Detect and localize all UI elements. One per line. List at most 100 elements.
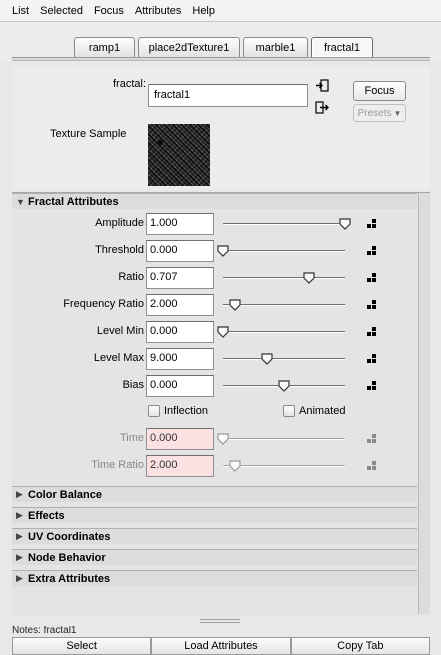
- checkbox-box: [148, 405, 160, 417]
- slider-track: [223, 358, 345, 360]
- tab-fractal1[interactable]: fractal1: [311, 37, 373, 57]
- section-title: Extra Attributes: [28, 572, 111, 585]
- frequency-ratio-label: Frequency Ratio: [63, 298, 144, 310]
- section-title: Color Balance: [28, 488, 102, 501]
- amplitude-field[interactable]: 1.000: [146, 213, 214, 235]
- input-connections-icon[interactable]: [315, 79, 329, 93]
- level-min-slider[interactable]: [217, 325, 345, 339]
- map-texture-icon[interactable]: [367, 354, 377, 364]
- inflection-checkbox[interactable]: Inflection: [148, 405, 208, 417]
- focus-button[interactable]: Focus: [353, 81, 406, 101]
- bottom-button-bar: Select Load Attributes Copy Tab: [12, 637, 430, 655]
- level-max-field[interactable]: 9.000: [146, 348, 214, 370]
- map-texture-icon[interactable]: [367, 461, 377, 471]
- slider-thumb[interactable]: [216, 244, 230, 258]
- inflection-label: Inflection: [164, 405, 209, 417]
- time-ratio-label: Time Ratio: [91, 459, 144, 471]
- load-attributes-button[interactable]: Load Attributes: [151, 637, 291, 655]
- select-button[interactable]: Select: [12, 637, 152, 655]
- map-texture-icon[interactable]: [367, 273, 377, 283]
- threshold-label: Threshold: [95, 244, 144, 256]
- slider-thumb[interactable]: [277, 379, 291, 393]
- tab-marble1[interactable]: marble1: [243, 37, 308, 57]
- map-texture-icon[interactable]: [367, 434, 377, 444]
- level-min-label: Level Min: [96, 325, 144, 337]
- section-fractal-attributes[interactable]: ▼ Fractal Attributes: [12, 193, 417, 209]
- slider-track: [223, 438, 345, 440]
- presets-label: Presets: [357, 107, 392, 119]
- slider-track: [223, 277, 345, 279]
- section-title: UV Coordinates: [28, 530, 111, 543]
- section-extra-attributes[interactable]: ▶ Extra Attributes: [12, 570, 417, 586]
- bias-slider[interactable]: [223, 379, 345, 393]
- collapsed-triangle-icon: ▶: [16, 510, 23, 520]
- collapsed-triangle-icon: ▶: [16, 531, 23, 541]
- slider-thumb[interactable]: [216, 325, 230, 339]
- level-max-slider[interactable]: [223, 352, 345, 366]
- map-texture-icon[interactable]: [367, 219, 377, 229]
- slider-thumb[interactable]: [228, 459, 242, 473]
- section-effects[interactable]: ▶ Effects: [12, 507, 417, 523]
- output-connections-icon[interactable]: [315, 101, 329, 115]
- animated-label: Animated: [299, 405, 346, 417]
- tab-divider: [12, 57, 430, 61]
- menubar: List Selected Focus Attributes Help: [0, 0, 441, 22]
- section-title: Effects: [28, 509, 65, 522]
- slider-track: [223, 331, 345, 333]
- menu-help[interactable]: Help: [192, 5, 215, 17]
- menu-selected[interactable]: Selected: [40, 5, 83, 17]
- attribute-scroll-area[interactable]: ▼ Fractal Attributes Amplitude 1.000 Thres…: [12, 192, 430, 615]
- texture-sample-swatch[interactable]: [148, 124, 210, 186]
- map-texture-icon[interactable]: [367, 246, 377, 256]
- slider-thumb[interactable]: [338, 217, 352, 231]
- animated-checkbox[interactable]: Animated: [283, 405, 345, 417]
- vertical-scrollbar[interactable]: [418, 193, 430, 614]
- time-field[interactable]: 0.000: [146, 428, 214, 450]
- section-uv-coordinates[interactable]: ▶ UV Coordinates: [12, 528, 417, 544]
- menu-list[interactable]: List: [12, 5, 29, 17]
- threshold-field[interactable]: 0.000: [146, 240, 214, 262]
- slider-thumb[interactable]: [216, 432, 230, 446]
- slider-thumb[interactable]: [260, 352, 274, 366]
- node-header-panel: fractal: fractal1 Focus Presets ▼ Textur…: [12, 66, 430, 190]
- amplitude-slider[interactable]: [223, 217, 351, 231]
- bias-label: Bias: [122, 379, 144, 391]
- expanded-triangle-icon: ▼: [16, 196, 25, 207]
- time-label: Time: [119, 432, 144, 444]
- map-texture-icon[interactable]: [367, 300, 377, 310]
- slider-track: [223, 223, 345, 225]
- menu-focus[interactable]: Focus: [94, 5, 124, 17]
- time-slider[interactable]: [217, 432, 345, 446]
- tab-place2dtexture1[interactable]: place2dTexture1: [138, 37, 240, 57]
- section-title: Fractal Attributes: [28, 195, 119, 208]
- ratio-slider[interactable]: [223, 271, 345, 285]
- level-min-field[interactable]: 0.000: [146, 321, 214, 343]
- map-texture-icon[interactable]: [367, 381, 377, 391]
- bias-field[interactable]: 0.000: [146, 375, 214, 397]
- node-name-field[interactable]: fractal1: [148, 84, 308, 107]
- collapsed-triangle-icon: ▶: [16, 573, 23, 583]
- slider-track: [223, 250, 345, 252]
- frequency-ratio-slider[interactable]: [223, 298, 345, 312]
- time-ratio-slider[interactable]: [223, 459, 345, 473]
- map-texture-icon[interactable]: [367, 327, 377, 337]
- frequency-ratio-field[interactable]: 2.000: [146, 294, 214, 316]
- pane-resize-handle[interactable]: [200, 619, 240, 623]
- section-color-balance[interactable]: ▶ Color Balance: [12, 486, 417, 502]
- slider-thumb[interactable]: [228, 298, 242, 312]
- copy-tab-button[interactable]: Copy Tab: [290, 637, 430, 655]
- presets-button[interactable]: Presets ▼: [353, 104, 406, 122]
- threshold-slider[interactable]: [217, 244, 345, 258]
- slider-thumb[interactable]: [302, 271, 316, 285]
- texture-sample-label: Texture Sample: [50, 128, 127, 140]
- menu-attributes[interactable]: Attributes: [135, 5, 181, 17]
- section-node-behavior[interactable]: ▶ Node Behavior: [12, 549, 417, 565]
- tab-strip: ramp1 place2dTexture1 marble1 fractal1: [0, 22, 441, 62]
- tab-ramp1[interactable]: ramp1: [74, 37, 135, 57]
- amplitude-label: Amplitude: [95, 217, 144, 229]
- node-type-label: fractal:: [112, 78, 146, 90]
- ratio-field[interactable]: 0.707: [146, 267, 214, 289]
- dropdown-arrow-icon: ▼: [393, 108, 402, 118]
- time-ratio-field[interactable]: 2.000: [146, 455, 214, 477]
- ratio-label: Ratio: [118, 271, 144, 283]
